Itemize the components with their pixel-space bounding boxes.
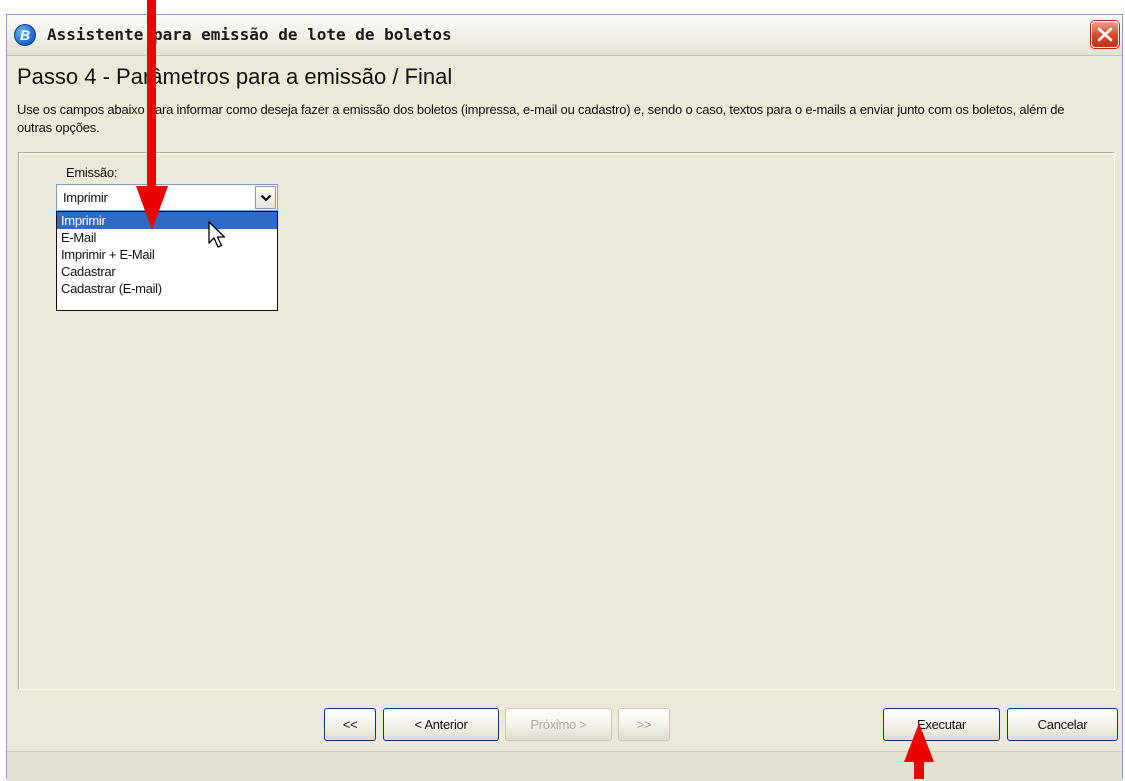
options-panel: Emissão: Imprimir Imprimir E-Mail Imprim…	[18, 152, 1115, 690]
dropdown-option-cadastrar[interactable]: Cadastrar	[57, 263, 277, 280]
emissao-selected-value: Imprimir	[63, 190, 108, 205]
emissao-label: Emissão:	[66, 165, 118, 180]
mouse-cursor-icon	[208, 221, 226, 248]
step-header: Passo 4 - Parâmetros para a emissão / Fi…	[7, 55, 1122, 151]
annotation-arrow-up-icon	[904, 723, 934, 779]
close-button[interactable]	[1091, 21, 1119, 48]
dropdown-option-cadastrar-email[interactable]: Cadastrar (E-mail)	[57, 280, 277, 297]
step-description: Use os campos abaixo para informar como …	[17, 102, 1065, 135]
step-title: Passo 4 - Parâmetros para a emissão / Fi…	[17, 64, 453, 89]
execute-button[interactable]: Executar	[883, 708, 1000, 741]
title-bar[interactable]: B Assistente para emissão de lote de bol…	[7, 15, 1122, 56]
previous-button[interactable]: < Anterior	[383, 708, 499, 741]
app-logo-icon: B	[14, 24, 36, 46]
annotation-arrow-down-icon	[136, 0, 168, 230]
last-step-button[interactable]: >>	[618, 708, 670, 741]
next-button[interactable]: Próximo >	[505, 708, 612, 741]
window-title: Assistente para emissão de lote de bolet…	[47, 25, 452, 44]
wizard-window: B Assistente para emissão de lote de bol…	[6, 14, 1123, 781]
dropdown-toggle-button[interactable]	[255, 186, 276, 209]
cancel-button[interactable]: Cancelar	[1007, 708, 1118, 741]
wizard-button-bar: << < Anterior Próximo > >> Executar Canc…	[7, 691, 1122, 751]
first-step-button[interactable]: <<	[324, 708, 376, 741]
chevron-down-icon	[260, 194, 272, 202]
status-bar	[7, 751, 1122, 781]
dropdown-option-imprimir-email[interactable]: Imprimir + E-Mail	[57, 246, 277, 263]
close-x-icon	[1097, 27, 1113, 42]
